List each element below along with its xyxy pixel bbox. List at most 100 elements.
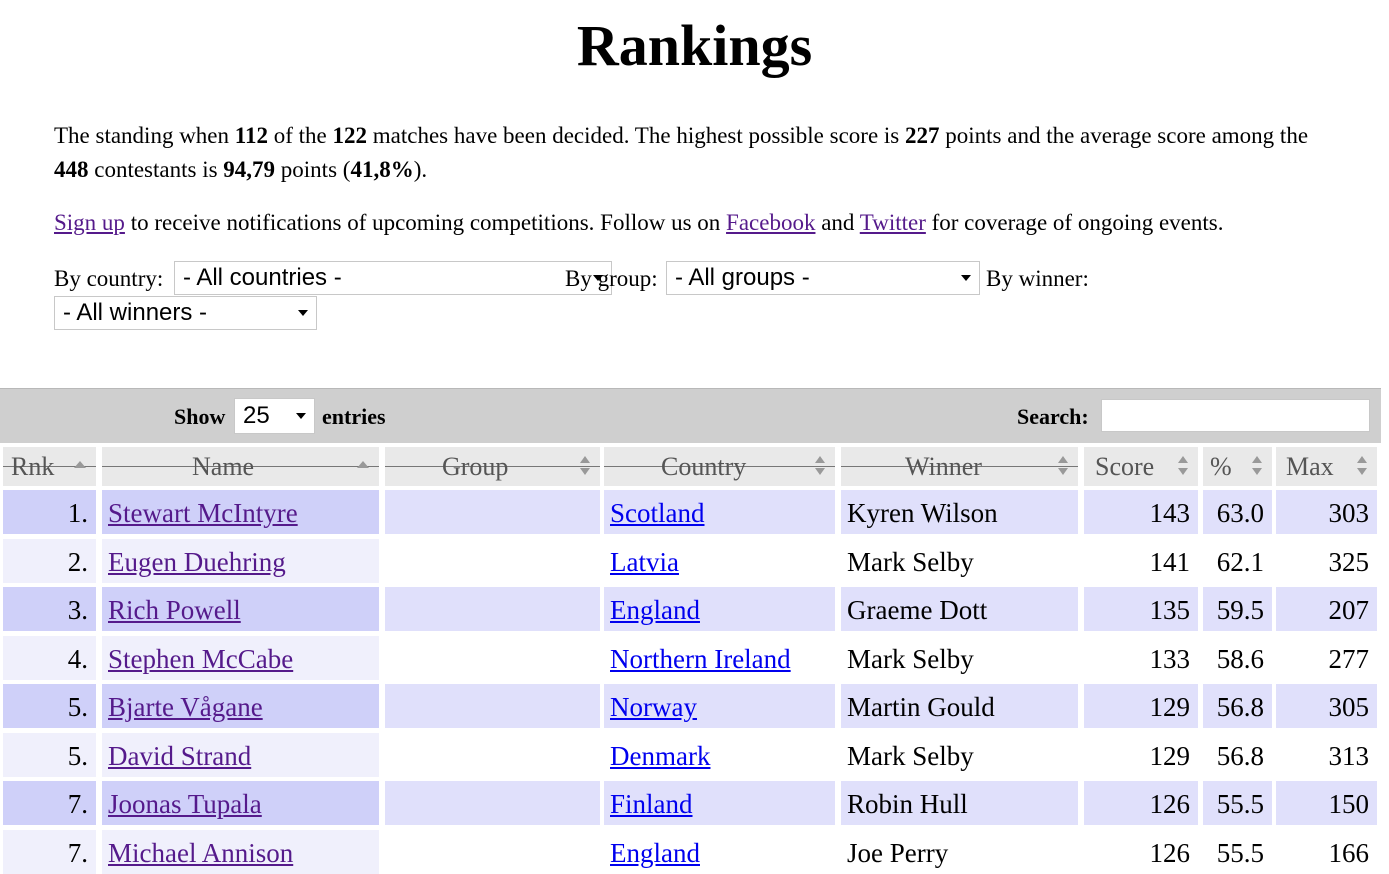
group-cell xyxy=(385,587,600,631)
percent-cell: 59.5 xyxy=(1203,587,1272,631)
name-cell: Rich Powell xyxy=(102,587,379,631)
intro-text: points ( xyxy=(275,157,351,182)
country-link[interactable]: Norway xyxy=(610,692,697,722)
column-header-label: Country xyxy=(661,452,747,481)
signup-text: and xyxy=(815,210,860,235)
chevron-down-icon xyxy=(298,310,308,316)
percent-cell: 63.0 xyxy=(1203,490,1272,534)
country-link[interactable]: England xyxy=(610,838,700,868)
column-header-percent[interactable]: % xyxy=(1203,447,1272,486)
column-header-max[interactable]: Max xyxy=(1276,447,1377,486)
contestant-link[interactable]: Joonas Tupala xyxy=(108,789,262,819)
country-select[interactable]: - All countries - xyxy=(174,261,612,295)
intro-text: of the xyxy=(268,123,333,148)
average-score: 94,79 xyxy=(223,157,276,182)
rank-cell: 3. xyxy=(3,587,96,631)
percent-cell: 55.5 xyxy=(1203,829,1272,874)
intro-text: ). xyxy=(413,157,428,182)
country-link[interactable]: Latvia xyxy=(610,547,679,577)
signup-text: for coverage of ongoing events. xyxy=(925,210,1224,235)
column-header-country[interactable]: Country xyxy=(604,447,835,486)
chevron-down-icon xyxy=(961,275,971,281)
country-select-value: - All countries - xyxy=(183,264,342,291)
max-cell: 313 xyxy=(1276,732,1377,777)
rank-cell: 7. xyxy=(3,781,96,825)
country-cell: England xyxy=(604,587,835,631)
rank-cell: 2. xyxy=(3,538,96,583)
contestant-link[interactable]: Stewart McIntyre xyxy=(108,498,298,528)
show-label: Show xyxy=(174,404,226,429)
contestant-link[interactable]: Bjarte Vågane xyxy=(108,692,263,722)
sort-icon xyxy=(1178,456,1188,478)
intro-text: contestants is xyxy=(88,157,224,182)
page-title: Rankings xyxy=(576,13,813,78)
score-cell: 143 xyxy=(1084,490,1198,534)
winner-select[interactable]: - All winners - xyxy=(54,296,317,330)
country-link[interactable]: Finland xyxy=(610,789,693,819)
winner-cell: Graeme Dott xyxy=(841,587,1078,631)
max-cell: 305 xyxy=(1276,684,1377,728)
country-link[interactable]: England xyxy=(610,595,700,625)
signup-line: Sign up to receive notifications of upco… xyxy=(54,206,1354,240)
name-cell: Bjarte Vågane xyxy=(102,684,379,728)
score-cell: 135 xyxy=(1084,587,1198,631)
winner-cell: Robin Hull xyxy=(841,781,1078,825)
column-header-label: Name xyxy=(192,452,255,481)
intro-text: points and the average score among the xyxy=(939,123,1309,148)
percent-cell: 62.1 xyxy=(1203,538,1272,583)
standing-summary: The standing when 112 of the 122 matches… xyxy=(54,119,1344,187)
column-header-winner[interactable]: Winner xyxy=(841,447,1078,486)
max-cell: 166 xyxy=(1276,829,1377,874)
max-cell: 303 xyxy=(1276,490,1377,534)
group-cell xyxy=(385,732,600,777)
rank-cell: 1. xyxy=(3,490,96,534)
signup-link[interactable]: Sign up xyxy=(54,210,125,235)
country-link[interactable]: Denmark xyxy=(610,741,710,771)
search-input[interactable] xyxy=(1101,399,1370,432)
contestant-link[interactable]: David Strand xyxy=(108,741,251,771)
country-link[interactable]: Northern Ireland xyxy=(610,644,791,674)
group-select-value: - All groups - xyxy=(675,264,810,291)
column-header-label: Max xyxy=(1286,452,1334,481)
score-cell: 141 xyxy=(1084,538,1198,583)
percent-cell: 58.6 xyxy=(1203,635,1272,680)
highest-score: 227 xyxy=(905,123,940,148)
decided-count: 112 xyxy=(234,123,268,148)
column-header-label: Group xyxy=(442,452,509,481)
winner-cell: Mark Selby xyxy=(841,538,1078,583)
sort-icon xyxy=(815,456,825,478)
name-cell: Stephen McCabe xyxy=(102,635,379,680)
contestant-count: 448 xyxy=(54,157,89,182)
total-matches: 122 xyxy=(332,123,368,148)
contestant-link[interactable]: Michael Annison xyxy=(108,838,293,868)
group-select[interactable]: - All groups - xyxy=(666,261,980,295)
country-link[interactable]: Scotland xyxy=(610,498,705,528)
name-cell: David Strand xyxy=(102,732,379,777)
contestant-link[interactable]: Eugen Duehring xyxy=(108,547,286,577)
search-label: Search: xyxy=(1017,404,1089,429)
max-cell: 207 xyxy=(1276,587,1377,631)
percent-cell: 56.8 xyxy=(1203,732,1272,777)
chevron-down-icon xyxy=(296,413,306,419)
group-cell xyxy=(385,490,600,534)
column-header-score[interactable]: Score xyxy=(1084,447,1198,486)
column-header-label: Winner xyxy=(905,452,982,481)
country-cell: Northern Ireland xyxy=(604,635,835,680)
column-header-label: % xyxy=(1210,452,1232,481)
winner-cell: Kyren Wilson xyxy=(841,490,1078,534)
column-header-rank[interactable]: Rnk xyxy=(3,447,96,486)
score-cell: 133 xyxy=(1084,635,1198,680)
contestant-link[interactable]: Stephen McCabe xyxy=(108,644,293,674)
contestant-link[interactable]: Rich Powell xyxy=(108,595,241,625)
max-cell: 277 xyxy=(1276,635,1377,680)
column-header-group[interactable]: Group xyxy=(385,447,600,486)
twitter-link[interactable]: Twitter xyxy=(860,210,926,235)
column-header-name[interactable]: Name xyxy=(102,447,379,486)
facebook-link[interactable]: Facebook xyxy=(726,210,815,235)
intro-text: The standing when xyxy=(54,123,235,148)
entries-length-select[interactable]: 25 xyxy=(234,398,315,434)
group-filter-label: By group: xyxy=(565,266,658,291)
group-cell xyxy=(385,781,600,825)
table-toolbar: Show 25 entries Search: xyxy=(0,388,1381,443)
country-cell: England xyxy=(604,829,835,874)
